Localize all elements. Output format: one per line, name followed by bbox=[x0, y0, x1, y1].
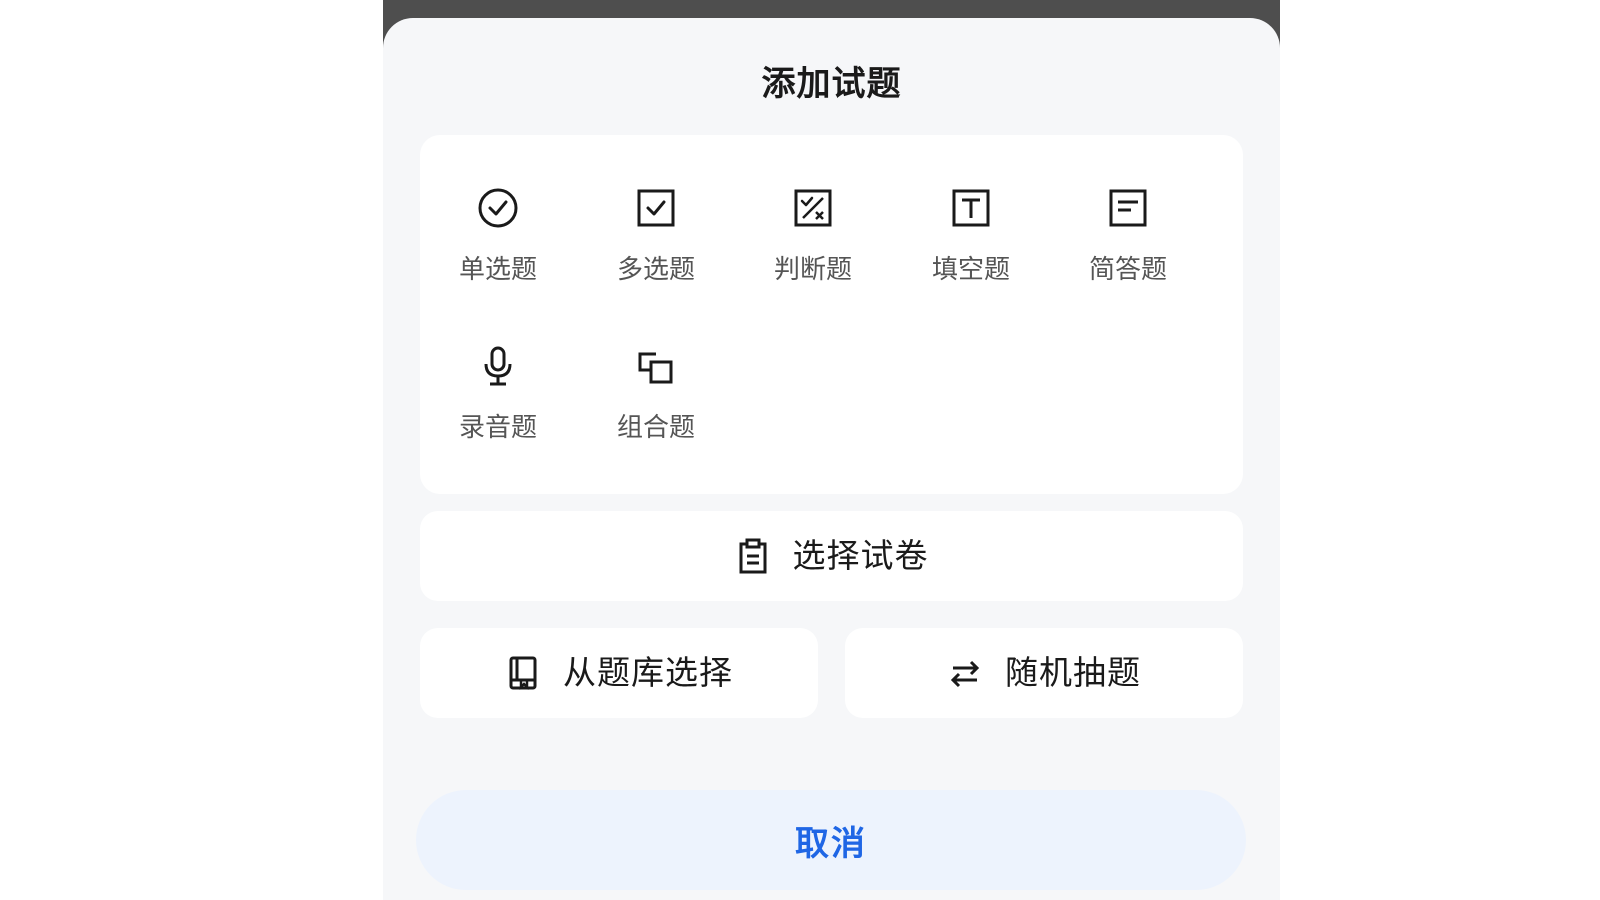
type-recording[interactable]: 录音题 bbox=[433, 321, 563, 451]
swap-arrows-icon bbox=[947, 655, 983, 691]
random-pick-button[interactable]: 随机抽题 bbox=[845, 628, 1243, 718]
type-label: 判断题 bbox=[773, 255, 852, 285]
sheet-title: 添加试题 bbox=[761, 64, 902, 104]
select-from-bank-label: 从题库选择 bbox=[563, 653, 733, 692]
type-label: 录音题 bbox=[458, 413, 537, 443]
true-false-icon bbox=[791, 186, 835, 230]
cancel-label: 取消 bbox=[795, 823, 867, 864]
type-label: 填空题 bbox=[931, 255, 1010, 285]
type-multiple-choice[interactable]: 多选题 bbox=[591, 163, 721, 293]
combine-icon bbox=[634, 344, 678, 388]
radio-check-icon bbox=[476, 186, 520, 230]
text-box-icon bbox=[949, 186, 993, 230]
type-short-answer[interactable]: 简答题 bbox=[1063, 163, 1193, 293]
type-label: 简答题 bbox=[1088, 255, 1167, 285]
question-type-grid: 单选题 多选题 判断题 填空题 简答题 录音题 组合题 bbox=[420, 135, 1243, 494]
add-question-sheet: 添加试题 单选题 多选题 判断题 填空题 简答题 录音题 组合题 选择试卷 从题… bbox=[383, 18, 1280, 900]
select-paper-label: 选择试卷 bbox=[792, 536, 929, 575]
checkbox-icon bbox=[634, 186, 678, 230]
book-icon bbox=[505, 655, 541, 691]
type-fill-blank[interactable]: 填空题 bbox=[906, 163, 1036, 293]
type-label: 多选题 bbox=[616, 255, 695, 285]
select-from-bank-button[interactable]: 从题库选择 bbox=[420, 628, 818, 718]
type-label: 组合题 bbox=[616, 413, 695, 443]
random-pick-label: 随机抽题 bbox=[1005, 653, 1141, 692]
select-paper-button[interactable]: 选择试卷 bbox=[420, 511, 1243, 601]
cancel-button[interactable]: 取消 bbox=[416, 790, 1246, 890]
clipboard-icon bbox=[735, 538, 771, 574]
type-single-choice[interactable]: 单选题 bbox=[433, 163, 563, 293]
type-true-false[interactable]: 判断题 bbox=[748, 163, 878, 293]
phone-screen: 添加试题 单选题 多选题 判断题 填空题 简答题 录音题 组合题 选择试卷 从题… bbox=[383, 0, 1280, 900]
type-combined[interactable]: 组合题 bbox=[591, 321, 721, 451]
type-label: 单选题 bbox=[458, 255, 537, 285]
microphone-icon bbox=[476, 344, 520, 388]
lines-box-icon bbox=[1106, 186, 1150, 230]
